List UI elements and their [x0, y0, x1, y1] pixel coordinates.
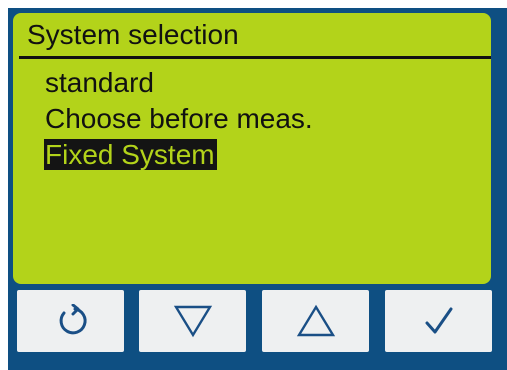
triangle-down-icon: [173, 305, 212, 338]
checkmark-icon: [425, 307, 452, 334]
menu-item-fixed-system[interactable]: Fixed System: [44, 137, 315, 173]
menu-item-choose-before-meas[interactable]: Choose before meas.: [44, 101, 315, 137]
triangle-up-icon: [296, 304, 335, 337]
screen-title: System selection: [27, 19, 239, 50]
title-divider: [19, 56, 491, 59]
lcd-screen: System selection standard Choose before …: [13, 13, 491, 284]
down-button[interactable]: [139, 290, 246, 352]
menu-item-label: Choose before meas.: [45, 103, 313, 134]
refresh-button[interactable]: [17, 290, 124, 352]
menu-list: standard Choose before meas. Fixed Syste…: [44, 65, 315, 173]
up-button[interactable]: [262, 290, 369, 352]
menu-item-standard[interactable]: standard: [44, 65, 315, 101]
confirm-button[interactable]: [385, 290, 492, 352]
menu-item-label: standard: [45, 67, 154, 98]
menu-item-label: Fixed System: [44, 139, 217, 170]
refresh-icon: [59, 304, 87, 335]
